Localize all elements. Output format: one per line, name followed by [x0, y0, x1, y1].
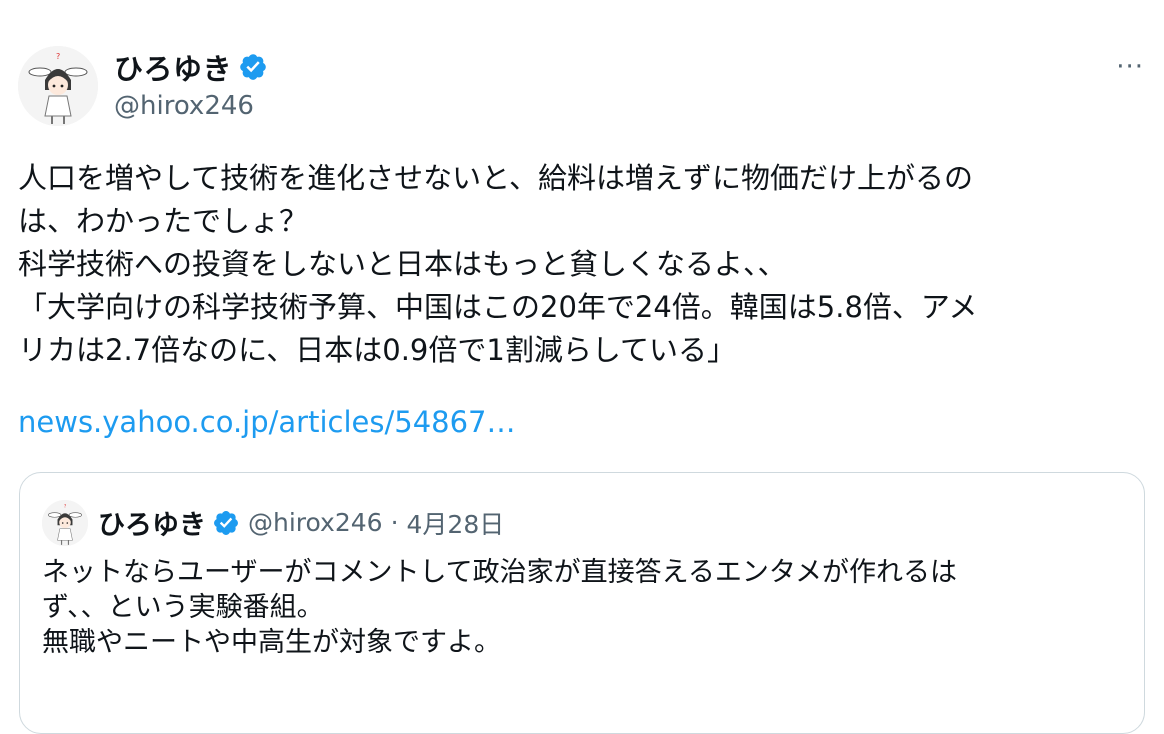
quoted-display-name[interactable]: ひろゆき: [98, 503, 206, 542]
author-handle[interactable]: @hirox246: [114, 91, 254, 121]
author-display-name[interactable]: ひろゆき: [114, 46, 232, 88]
quoted-date[interactable]: 4月28日: [407, 505, 505, 541]
quoted-line: 無職やニートや中高生が対象ですよ。: [42, 627, 501, 658]
quoted-line: ネットならユーザーがコメントして政治家が直接答えるエンタメが作れるは: [42, 557, 958, 588]
avatar-illustration: ?: [18, 46, 98, 126]
avatar-illustration: ?: [42, 500, 88, 546]
quoted-tweet[interactable]: ? ひろゆき @hirox246 · 4月28日 ネットならユーザーがコメントし…: [19, 472, 1145, 734]
svg-text:?: ?: [56, 52, 60, 61]
article-link[interactable]: news.yahoo.co.jp/articles/54867…: [18, 401, 516, 444]
quoted-handle[interactable]: @hirox246: [248, 508, 383, 537]
tweet-line: 科学技術への投資をしないと日本はもっと貧しくなるよ、、: [18, 247, 787, 281]
author-avatar[interactable]: ?: [18, 46, 98, 126]
verified-badge-icon: [240, 54, 266, 80]
verified-badge-icon: [214, 510, 238, 535]
quoted-line: ず、、という実験番組。: [42, 592, 324, 623]
tweet-line: 人口を増やして技術を進化させないと、給料は増えずに物価だけ上がるの: [18, 161, 973, 195]
more-options-icon[interactable]: ···: [1116, 52, 1144, 82]
separator-dot: ·: [390, 508, 399, 537]
quoted-text: ネットならユーザーがコメントして政治家が直接答えるエンタメが作れるは ず、、とい…: [42, 555, 1122, 660]
tweet-line: 「大学向けの科学技術予算、中国はこの20年で24倍。韓国は5.8倍、アメ: [18, 290, 978, 324]
quoted-author-avatar[interactable]: ?: [42, 500, 88, 546]
tweet-line: リカは2.7倍なのに、日本は0.9倍で1割減らしている」: [18, 333, 736, 367]
author-name-row: ひろゆき: [114, 46, 268, 88]
tweet-line: は、わかったでしょ？: [18, 204, 309, 238]
quoted-header: ひろゆき @hirox246 · 4月28日: [98, 503, 504, 542]
tweet-text: 人口を増やして技術を進化させないと、給料は増えずに物価だけ上がるの は、わかった…: [18, 157, 1148, 372]
